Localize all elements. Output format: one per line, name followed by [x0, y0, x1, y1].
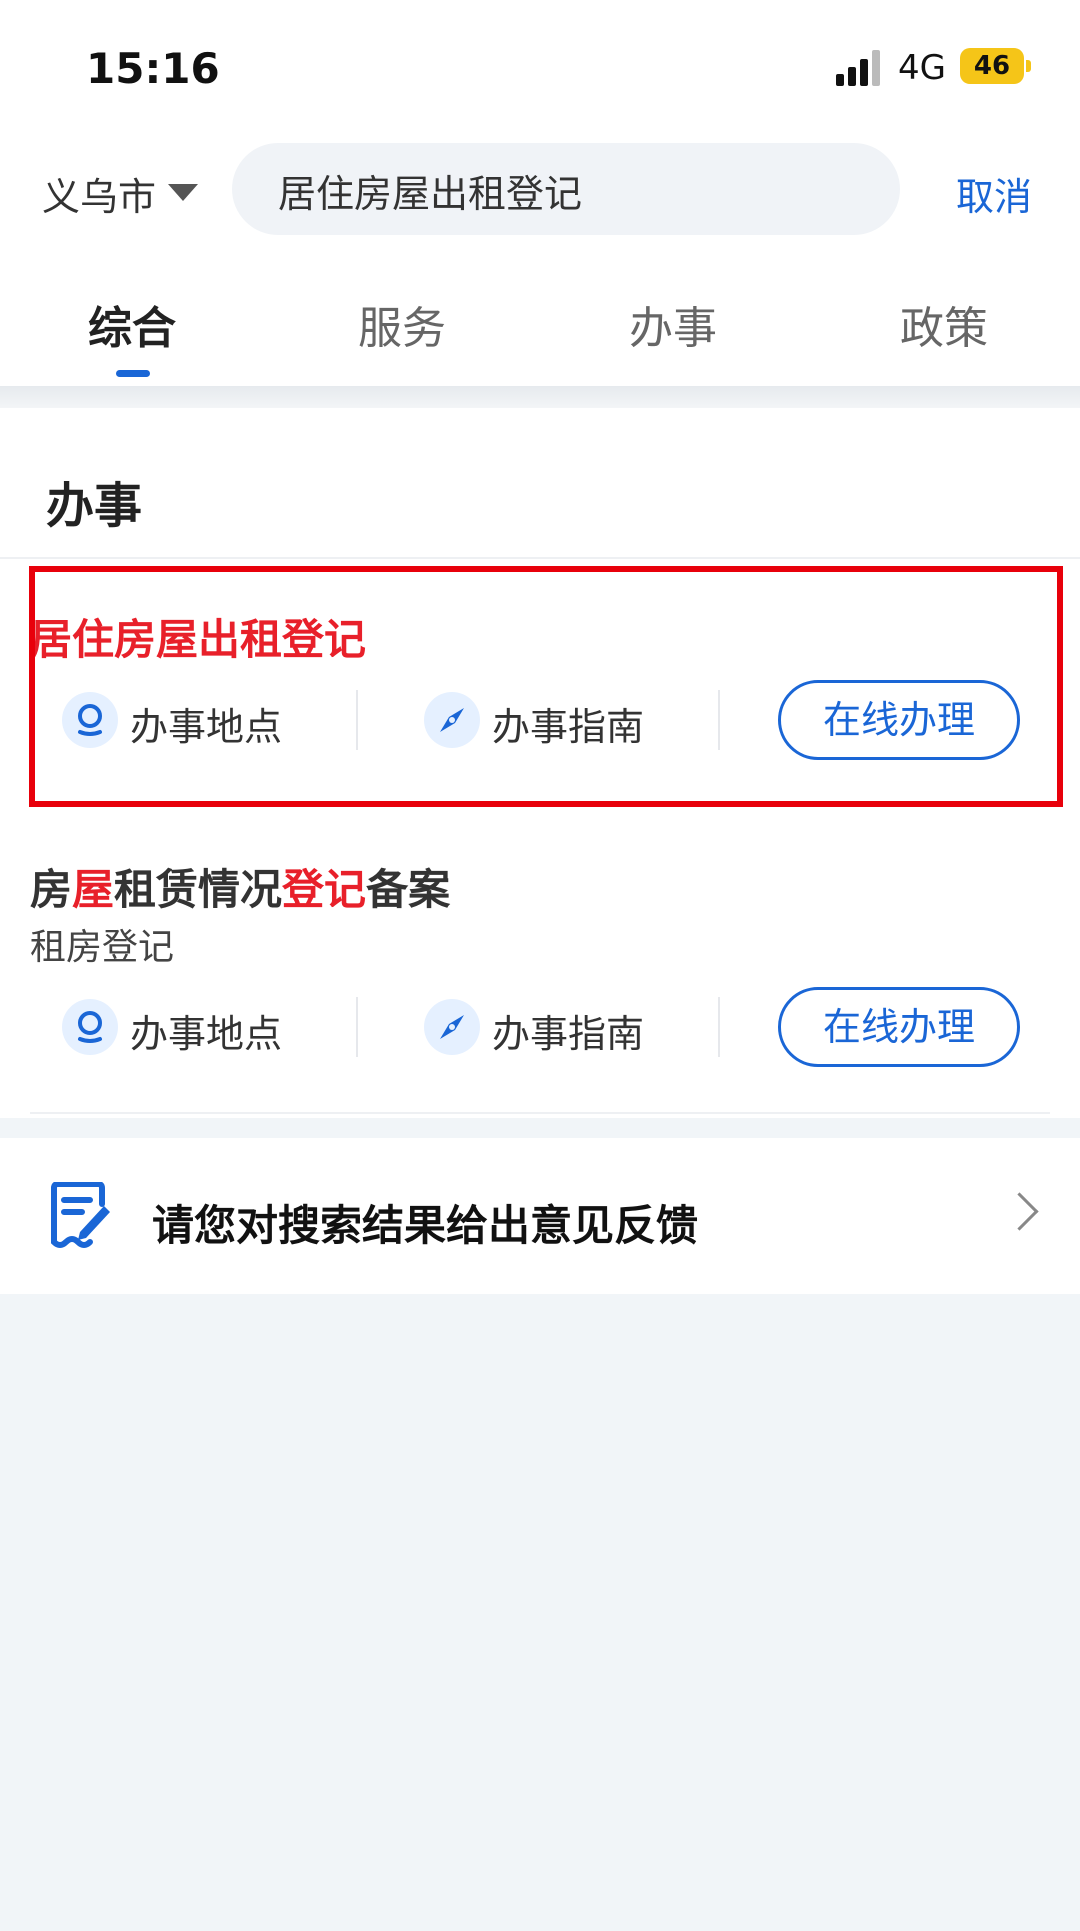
- title-segment: 房: [30, 865, 73, 914]
- cancel-button[interactable]: 取消: [956, 166, 1032, 221]
- battery-nub: [1026, 60, 1031, 72]
- section-divider: [0, 557, 1080, 559]
- guide-link[interactable]: 办事指南: [492, 1003, 644, 1058]
- annotation-highlight-box: [29, 566, 1063, 807]
- tab-policies[interactable]: 政策: [900, 292, 988, 356]
- online-apply-button[interactable]: 在线办理: [778, 987, 1020, 1067]
- result-title[interactable]: 房屋租赁情况登记备案: [30, 856, 450, 917]
- title-segment: 租赁情况: [114, 865, 283, 914]
- action-separator: [718, 997, 720, 1057]
- feedback-label[interactable]: 请您对搜索结果给出意见反馈: [152, 1192, 698, 1253]
- header-shadow: [0, 386, 1080, 408]
- tab-services[interactable]: 服务: [358, 292, 446, 356]
- section-title: 办事: [46, 478, 143, 534]
- network-type: 4G: [898, 48, 946, 88]
- search-box[interactable]: [232, 143, 900, 237]
- battery-indicator: 46: [960, 48, 1024, 84]
- city-selector[interactable]: 义乌市: [42, 166, 156, 221]
- caret-down-icon[interactable]: [168, 184, 198, 201]
- search-input[interactable]: [276, 143, 880, 237]
- feedback-icon: [51, 1182, 110, 1248]
- title-highlight: 登记: [282, 865, 367, 914]
- active-tab-indicator: [116, 370, 150, 377]
- signal-icon: [836, 50, 880, 86]
- location-link[interactable]: 办事地点: [130, 1003, 282, 1058]
- title-highlight: 屋: [72, 865, 115, 914]
- action-separator: [356, 997, 358, 1057]
- status-time: 15:16: [86, 44, 220, 93]
- tab-comprehensive[interactable]: 综合: [88, 292, 176, 356]
- tab-affairs[interactable]: 办事: [629, 292, 717, 356]
- result-subtitle: 租房登记: [30, 927, 175, 968]
- location-icon[interactable]: [62, 999, 118, 1055]
- compass-icon[interactable]: [424, 999, 480, 1055]
- title-segment: 备案: [366, 865, 451, 914]
- item-divider: [30, 1112, 1050, 1114]
